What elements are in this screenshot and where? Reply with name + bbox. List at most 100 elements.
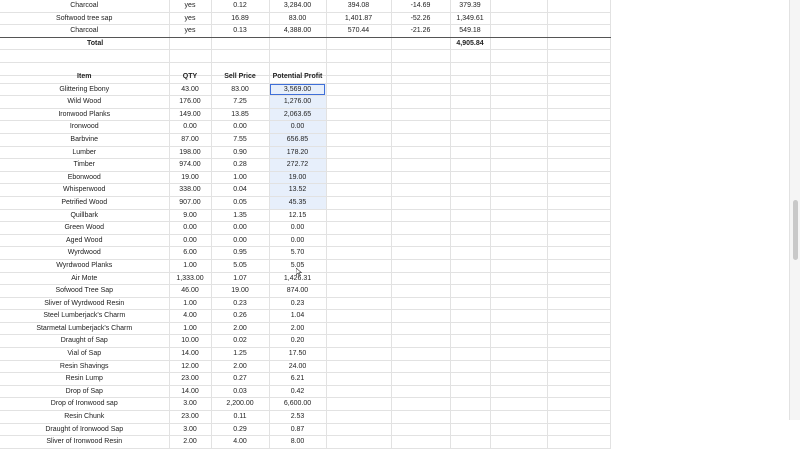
cell[interactable] <box>391 347 451 361</box>
cell[interactable] <box>490 385 548 399</box>
cell-item[interactable]: Draught of Sap <box>0 334 170 349</box>
cell-item[interactable]: Wyrdwood <box>0 246 170 260</box>
cell[interactable] <box>547 12 611 26</box>
cell[interactable] <box>490 95 548 109</box>
cell-price[interactable]: 2,200.00 <box>211 397 270 412</box>
cell[interactable] <box>547 146 611 160</box>
cell[interactable] <box>547 95 611 109</box>
cell[interactable] <box>326 309 392 323</box>
cell-qty[interactable]: 2.00 <box>169 435 212 449</box>
cell-item[interactable]: Ebonwood <box>0 171 170 185</box>
cell[interactable] <box>490 272 548 286</box>
cell-qty[interactable]: 338.00 <box>169 183 212 197</box>
cell[interactable] <box>326 196 392 210</box>
cell[interactable] <box>547 372 611 386</box>
cell-item[interactable]: Resin Lump <box>0 372 170 386</box>
cell-price[interactable]: 1.25 <box>211 347 270 361</box>
cell[interactable] <box>490 71 548 84</box>
cell-qty[interactable]: 974.00 <box>169 158 212 172</box>
cell[interactable] <box>490 297 548 311</box>
cell-item[interactable]: Sliver of Ironwood Resin <box>0 435 170 449</box>
cell[interactable] <box>490 234 548 248</box>
cell-item[interactable]: Air Mote <box>0 272 170 286</box>
cell[interactable] <box>450 360 491 374</box>
cell[interactable] <box>547 334 611 349</box>
cell-price[interactable]: 2.00 <box>211 360 270 374</box>
cell-item[interactable]: Aged Wood <box>0 234 170 248</box>
cell-item[interactable]: Barbvine <box>0 133 170 147</box>
cell[interactable] <box>547 196 611 210</box>
cell[interactable] <box>326 410 392 424</box>
cell[interactable] <box>450 372 491 386</box>
cell-item[interactable]: Resin Shavings <box>0 360 170 374</box>
cell[interactable]: 4,388.00 <box>269 24 327 38</box>
cell[interactable] <box>326 322 392 336</box>
cell[interactable] <box>547 297 611 311</box>
cell-price[interactable]: 0.03 <box>211 385 270 399</box>
cell[interactable] <box>450 259 491 273</box>
cell[interactable] <box>326 108 392 122</box>
cell[interactable] <box>391 410 451 424</box>
cell-profit[interactable]: 6.21 <box>269 372 327 386</box>
cell-price[interactable]: 7.55 <box>211 133 270 147</box>
cell-profit[interactable]: 2.53 <box>269 410 327 424</box>
header-potential-profit[interactable]: Potential Profit <box>269 71 327 84</box>
cell-item[interactable]: Vial of Sap <box>0 347 170 361</box>
cell-price[interactable]: 13.85 <box>211 108 270 122</box>
cell-qty[interactable]: 12.00 <box>169 360 212 374</box>
cell-qty[interactable]: 9.00 <box>169 209 212 223</box>
cell[interactable] <box>547 322 611 336</box>
cell[interactable] <box>490 435 548 449</box>
cell[interactable] <box>326 234 392 248</box>
cell-qty[interactable]: 14.00 <box>169 347 212 361</box>
cell[interactable]: -52.26 <box>391 12 451 26</box>
cell[interactable] <box>450 49 491 63</box>
header-sell-price[interactable]: Sell Price <box>211 71 270 84</box>
cell[interactable] <box>450 158 491 172</box>
cell[interactable]: 16.89 <box>211 12 270 26</box>
cell[interactable]: Total <box>0 37 170 51</box>
cell[interactable] <box>391 234 451 248</box>
cell-price[interactable]: 0.28 <box>211 158 270 172</box>
cell[interactable] <box>391 259 451 273</box>
cell[interactable] <box>490 221 548 235</box>
cell[interactable] <box>326 221 392 235</box>
cell[interactable] <box>490 0 548 13</box>
cell[interactable] <box>490 246 548 260</box>
cell[interactable] <box>326 297 392 311</box>
cell[interactable] <box>547 234 611 248</box>
cell-qty[interactable]: 46.00 <box>169 284 212 298</box>
cell-qty[interactable]: 23.00 <box>169 372 212 386</box>
cell-profit[interactable]: 0.00 <box>269 120 327 134</box>
cell[interactable] <box>391 83 451 97</box>
cell-qty[interactable]: 19.00 <box>169 171 212 185</box>
cell-price[interactable]: 0.00 <box>211 234 270 248</box>
cell[interactable] <box>211 37 270 51</box>
cell[interactable] <box>547 410 611 424</box>
cell-qty[interactable]: 87.00 <box>169 133 212 147</box>
cell[interactable] <box>326 334 392 349</box>
cell[interactable] <box>450 196 491 210</box>
cell[interactable] <box>490 24 548 38</box>
cell[interactable] <box>490 133 548 147</box>
cell[interactable] <box>326 158 392 172</box>
cell[interactable] <box>391 183 451 197</box>
cell-profit[interactable]: 17.50 <box>269 347 327 361</box>
cell-item[interactable]: Sofwood Tree Sap <box>0 284 170 298</box>
cell[interactable] <box>450 108 491 122</box>
vertical-scrollbar[interactable] <box>789 0 800 420</box>
cell[interactable] <box>450 183 491 197</box>
cell-profit[interactable]: 0.42 <box>269 385 327 399</box>
cell[interactable] <box>490 183 548 197</box>
cell[interactable] <box>391 49 451 63</box>
cell[interactable] <box>547 49 611 63</box>
cell-price[interactable]: 0.05 <box>211 196 270 210</box>
cell-price[interactable]: 0.23 <box>211 297 270 311</box>
scrollbar-thumb[interactable] <box>793 200 798 260</box>
cell-item[interactable]: Ironwood Planks <box>0 108 170 122</box>
cell[interactable] <box>547 37 611 51</box>
cell-qty[interactable]: 1.00 <box>169 259 212 273</box>
cell[interactable]: 4,905.84 <box>450 37 491 51</box>
cell-price[interactable]: 0.04 <box>211 183 270 197</box>
cell-qty[interactable]: 0.00 <box>169 234 212 248</box>
